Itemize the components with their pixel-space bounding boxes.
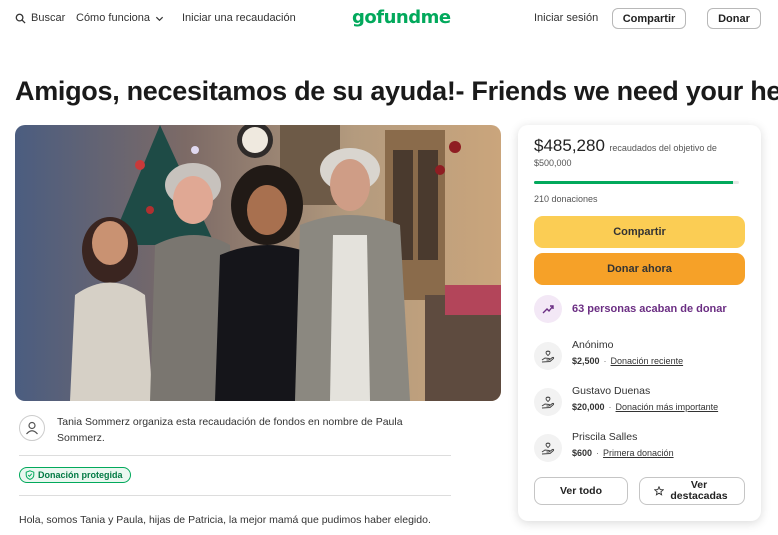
donor-item: Gustavo Duenas $20,000 · Donación más impo…: [534, 385, 749, 421]
shield-icon: [25, 470, 35, 480]
donor-name: Anónimo: [572, 339, 614, 351]
login-link[interactable]: Iniciar sesión: [534, 12, 598, 24]
donor-tag-link[interactable]: Donación más importante: [616, 402, 719, 412]
recent-activity: 63 personas acaban de donar: [534, 295, 749, 323]
organizer-avatar: [19, 415, 45, 441]
donor-name: Priscila Salles: [572, 431, 638, 443]
search-link[interactable]: Buscar: [15, 12, 65, 24]
separator-dot: ·: [608, 402, 612, 412]
raised-amount: $485,280: [534, 136, 605, 155]
chevron-down-icon: [155, 16, 164, 21]
donor-amount: $20,000: [572, 402, 605, 412]
progress-fill: [534, 181, 733, 184]
donor-item: Anónimo $2,500 · Donación reciente: [534, 339, 749, 375]
donor-amount: $600: [572, 448, 593, 458]
see-top-donations-button[interactable]: Ver destacadas: [639, 477, 745, 505]
start-fundraiser-link[interactable]: Iniciar una recaudación: [182, 12, 296, 24]
donor-tag-link[interactable]: Donación reciente: [611, 356, 684, 366]
donate-now-button[interactable]: Donar ahora: [534, 253, 745, 285]
trending-up-icon: [534, 295, 562, 323]
header-donate-button[interactable]: Donar: [707, 8, 761, 29]
header-share-button[interactable]: Compartir: [612, 8, 686, 29]
heart-hand-icon: [534, 388, 562, 416]
see-all-donations-button[interactable]: Ver todo: [534, 477, 628, 505]
donor-item: Priscila Salles $600 · Primera donación: [534, 431, 749, 467]
how-it-works-label: Cómo funciona: [76, 12, 150, 24]
user-icon: [26, 421, 38, 435]
donor-detail: $600 · Primera donación: [572, 448, 674, 458]
organizer-text: Tania Sommerz organiza esta recaudación …: [57, 416, 403, 444]
progress-bar: [534, 181, 739, 184]
donor-detail: $20,000 · Donación más importante: [572, 402, 718, 412]
heart-hand-icon: [534, 434, 562, 462]
donor-detail: $2,500 · Donación reciente: [572, 356, 683, 366]
donor-amount: $2,500: [572, 356, 600, 366]
campaign-photo[interactable]: [15, 125, 501, 401]
how-it-works-menu[interactable]: Cómo funciona: [76, 12, 164, 24]
see-top-label: Ver destacadas: [670, 479, 728, 502]
search-label: Buscar: [31, 12, 66, 24]
star-icon: [654, 486, 664, 496]
recent-activity-text: 63 personas acaban de donar: [572, 303, 727, 315]
raised-summary: $485,280 recaudados del objetivo de $500…: [534, 136, 749, 170]
family-photo-illustration: [15, 125, 501, 401]
top-navigation: Buscar Cómo funciona Iniciar una recauda…: [0, 0, 778, 38]
donation-protected-badge[interactable]: Donación protegida: [19, 467, 131, 483]
protection-label: Donación protegida: [38, 470, 123, 480]
heart-hand-icon: [534, 342, 562, 370]
donor-name: Gustavo Duenas: [572, 385, 651, 397]
campaign-title: Amigos, necesitamos de su ayuda!- Friend…: [15, 76, 778, 106]
donations-count: 210 donaciones: [534, 194, 598, 204]
separator-dot: ·: [596, 448, 600, 458]
divider: [19, 455, 451, 456]
donation-sidebar-card: $485,280 recaudados del objetivo de $500…: [518, 125, 761, 521]
separator-dot: ·: [603, 356, 607, 366]
search-icon: [15, 13, 26, 24]
donor-tag-link[interactable]: Primera donación: [603, 448, 674, 458]
divider: [19, 495, 451, 496]
gofundme-logo[interactable]: gofundme: [352, 7, 451, 28]
share-button[interactable]: Compartir: [534, 216, 745, 248]
campaign-story: Hola, somos Tania y Paula, hijas de Patr…: [19, 514, 431, 526]
